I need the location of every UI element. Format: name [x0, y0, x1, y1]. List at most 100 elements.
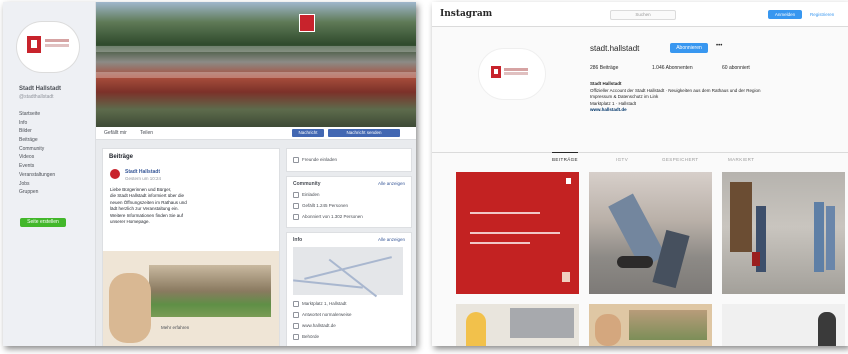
instagram-logo[interactable]: Instagram [440, 9, 492, 19]
sidebar-item-info[interactable]: Info [19, 119, 85, 128]
profile-bio: Stadt Hallstadt Offizieller Account der … [590, 81, 838, 114]
following-count[interactable]: 60 abonniert [722, 65, 750, 71]
invite-card: Freunde einladen [286, 148, 412, 172]
post-image-caption[interactable]: Mehr erfahren [161, 325, 189, 330]
info-row-label: www.hallstadt.de [302, 323, 336, 329]
sidebar-item-startseite[interactable]: Startseite [19, 110, 85, 119]
post-author[interactable]: Stadt Hallstadt [125, 169, 160, 175]
post-tile[interactable] [589, 304, 712, 346]
post-tile[interactable] [722, 172, 845, 294]
sidebar-item-jobs[interactable]: Jobs [19, 180, 85, 189]
sidebar-item-events[interactable]: Events [19, 162, 85, 171]
followers-count[interactable]: 1.046 Abonnenten [652, 65, 693, 71]
profile-tabs: BEITRÄGE IGTV GESPEICHERT MARKIERT [432, 152, 848, 165]
location-map[interactable] [293, 247, 403, 297]
share-button[interactable]: Teilen [140, 130, 153, 136]
community-see-all-link[interactable]: Alle anzeigen [378, 181, 405, 186]
tab-igtv[interactable]: IGTV [616, 157, 628, 162]
cover-rooftops [96, 46, 416, 52]
map-road [304, 256, 392, 280]
info-row-label: Antwortet normalerweise [302, 312, 352, 318]
hand-holding-photo [109, 273, 151, 343]
right-column: Freunde einladen Community Alle anzeigen… [286, 148, 412, 346]
tile-logo-icon [562, 272, 570, 282]
community-row: Abonniert von 1.302 Personen [293, 214, 363, 220]
cover-rooftops [96, 72, 416, 78]
tile-text-line [470, 242, 530, 244]
info-row-label: Marktplatz 1, Hallstadt [302, 301, 347, 307]
invite-label: Freunde einladen [302, 157, 338, 163]
tab-saved[interactable]: GESPEICHERT [662, 157, 699, 162]
community-row: Gefällt 1.245 Personen [293, 203, 348, 209]
community-row-label: Einladen [302, 192, 320, 198]
like-button[interactable]: Gefällt mir [104, 130, 127, 136]
sidebar-item-veranstaltungen[interactable]: Veranstaltungen [19, 171, 85, 180]
tile-photo-door [730, 182, 752, 252]
feed-title: Beiträge [109, 154, 134, 160]
tile-photo-shape [510, 308, 574, 338]
search-input[interactable]: Suchen [610, 10, 676, 20]
tile-photo-shape [466, 312, 486, 346]
post-tile[interactable] [456, 172, 579, 294]
sidebar-item-videos[interactable]: Videos [19, 153, 85, 162]
page-action-bar: Gefällt mir Teilen Nachricht Nachricht s… [96, 127, 416, 140]
logo-wordmark [504, 68, 528, 71]
community-card: Community Alle anzeigen Einladen Gefällt… [286, 176, 412, 228]
info-row[interactable]: Marktplatz 1, Hallstadt [293, 301, 347, 307]
tab-posts[interactable]: BEITRÄGE [552, 152, 578, 162]
logo-wordmark [45, 39, 69, 42]
post-tile[interactable] [722, 304, 845, 346]
community-title: Community [293, 181, 321, 187]
bio-name: Stadt Hallstadt [590, 81, 622, 86]
more-options-icon[interactable]: ••• [716, 43, 722, 49]
community-row[interactable]: Einladen [293, 192, 320, 198]
info-row[interactable]: www.hallstadt.de [293, 323, 336, 329]
page-name: Stadt Hallstadt [19, 86, 62, 92]
sidebar-item-community[interactable]: Community [19, 145, 85, 154]
follow-button[interactable]: Abonnieren [670, 43, 708, 53]
profile-username: stadt.hallstadt [590, 44, 640, 53]
sidebar-item-gruppen[interactable]: Gruppen [19, 188, 85, 197]
post-avatar[interactable] [110, 169, 120, 179]
bio-line: Offizieller Account der Stadt Hallstadt … [590, 87, 761, 93]
cover-photo[interactable] [96, 2, 416, 127]
instagram-top-bar: Instagram Suchen Anmelden Registrieren [432, 2, 848, 27]
post-tile[interactable] [589, 172, 712, 294]
info-row-label: Behörde [302, 334, 320, 340]
invite-icon [293, 157, 299, 163]
info-see-all-link[interactable]: Alle anzeigen [378, 237, 405, 242]
cover-crest-icon [299, 14, 315, 32]
message-button[interactable]: Nachricht [292, 129, 324, 137]
invite-friends-link[interactable]: Freunde einladen [293, 157, 337, 163]
globe-icon [293, 323, 299, 329]
profile-avatar[interactable] [478, 48, 546, 100]
post-tile[interactable] [456, 304, 579, 346]
sidebar-item-beitraege[interactable]: Beiträge [19, 136, 85, 145]
tile-photo-hand [595, 314, 621, 346]
sidebar-item-bilder[interactable]: Bilder [19, 127, 85, 136]
signup-link[interactable]: Registrieren [810, 12, 834, 17]
create-page-button[interactable]: Seite erstellen [20, 218, 66, 227]
community-row-label: Gefällt 1.245 Personen [302, 203, 349, 209]
post-image[interactable]: Mehr erfahren [103, 251, 279, 346]
page-nav-list: Startseite Info Bilder Beiträge Communit… [19, 110, 85, 197]
send-message-button[interactable]: Nachricht senden [328, 129, 400, 137]
tile-photo-person [814, 202, 824, 272]
facebook-sidebar: Stadt Hallstadt @stadthallstadt Startsei… [3, 2, 96, 346]
page-handle: @stadthallstadt [19, 94, 54, 100]
login-button[interactable]: Anmelden [768, 10, 802, 19]
bio-link[interactable]: www.hallstadt.de [590, 107, 838, 114]
community-row-label: Abonniert von 1.302 Personen [302, 214, 363, 220]
info-title: Info [293, 237, 303, 243]
tile-photo-shape [818, 312, 836, 346]
info-row: Antwortet normalerweise [293, 312, 352, 318]
posts-feed: Beiträge Stadt Hallstadt Gestern um 10:2… [102, 148, 280, 346]
page-profile-logo[interactable] [17, 22, 79, 72]
tile-photo-bag [752, 252, 760, 266]
tile-photo-shoe [617, 256, 653, 268]
info-row: Behörde [293, 334, 319, 340]
tab-tagged[interactable]: MARKIERT [728, 157, 754, 162]
crest-icon [491, 66, 501, 78]
location-pin-icon [293, 301, 299, 307]
post-timestamp[interactable]: Gestern um 10:24 [125, 176, 161, 181]
